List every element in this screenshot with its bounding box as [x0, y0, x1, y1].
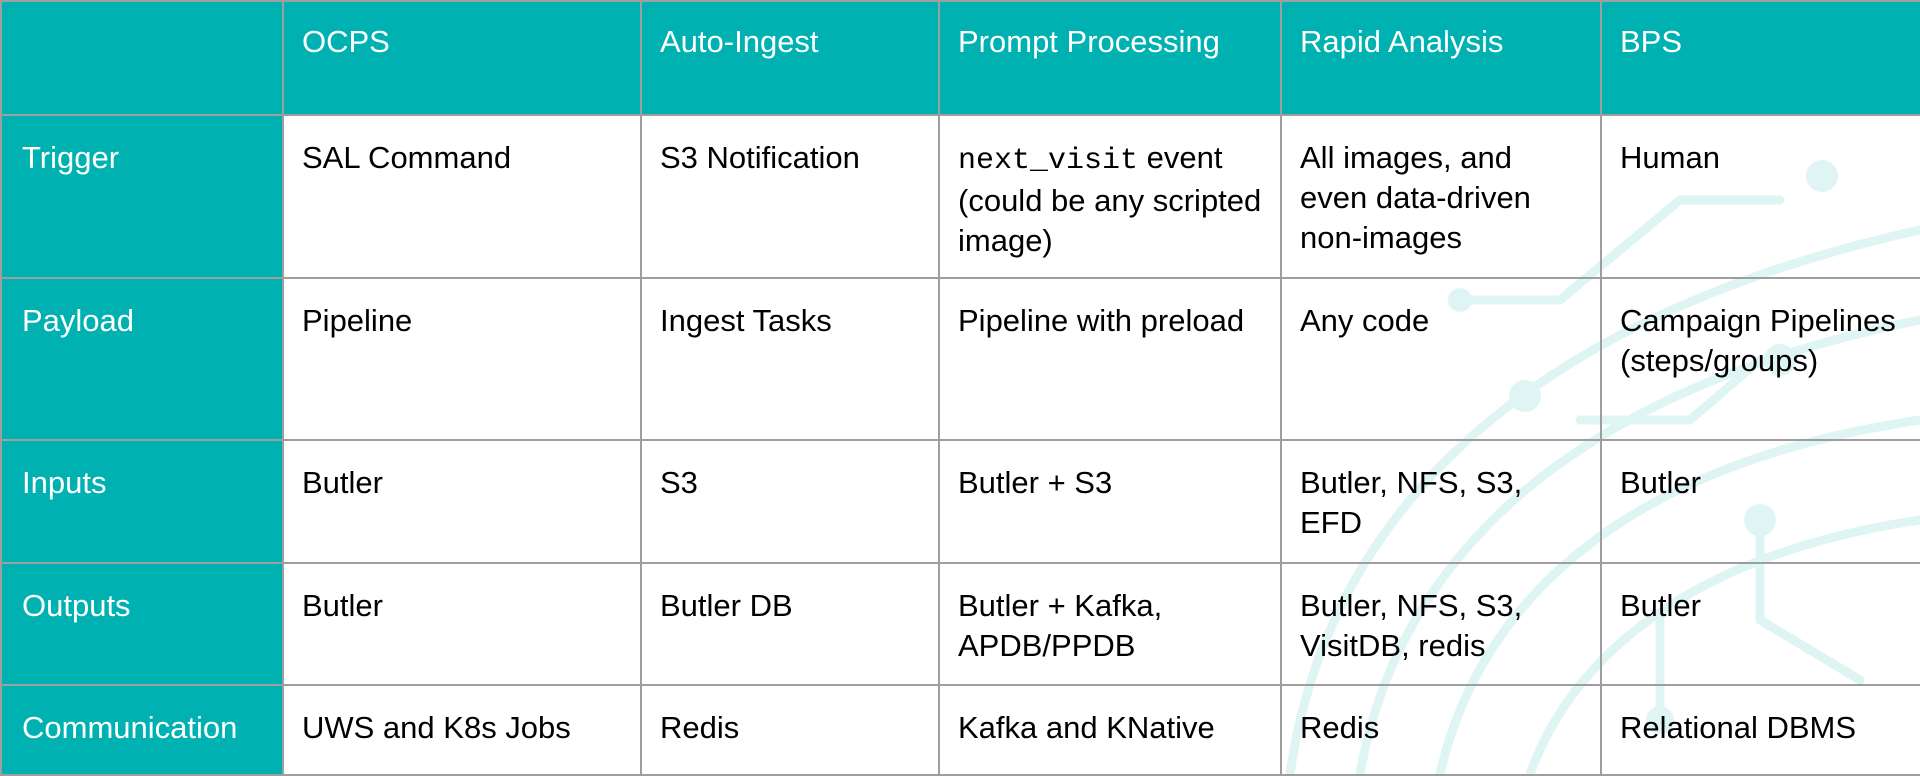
column-header-prompt-processing: Prompt Processing [938, 0, 1282, 116]
column-header-ocps: OCPS [282, 0, 642, 116]
table-cell: Butler DB [640, 562, 940, 686]
table-cell: S3 [640, 439, 940, 564]
header-row: OCPS Auto-Ingest Prompt Processing Rapid… [0, 0, 1920, 116]
table-cell: Butler [1600, 439, 1920, 564]
table-cell: Kafka and KNative [938, 684, 1282, 776]
table-cell: Butler, NFS, S3, EFD [1280, 439, 1602, 564]
table-cell: Human [1600, 114, 1920, 279]
table-cell: Pipeline [282, 277, 642, 441]
table-cell: Redis [1280, 684, 1602, 776]
code-text: next_visit [958, 144, 1139, 178]
table-cell: All images, and even data-driven non-ima… [1280, 114, 1602, 279]
table-cell: UWS and K8s Jobs [282, 684, 642, 776]
table-cell: Redis [640, 684, 940, 776]
table-row-communication: Communication UWS and K8s Jobs Redis Kaf… [0, 684, 1920, 776]
row-header-trigger: Trigger [0, 114, 284, 279]
comparison-table: OCPS Auto-Ingest Prompt Processing Rapid… [0, 0, 1920, 776]
header-corner-cell [0, 0, 284, 116]
table-cell: Butler, NFS, S3, VisitDB, redis [1280, 562, 1602, 686]
table-cell: Any code [1280, 277, 1602, 441]
table-cell: Relational DBMS [1600, 684, 1920, 776]
table-cell: Ingest Tasks [640, 277, 940, 441]
table-cell: Pipeline with preload [938, 277, 1282, 441]
column-header-bps: BPS [1600, 0, 1920, 116]
table-row-payload: Payload Pipeline Ingest Tasks Pipeline w… [0, 277, 1920, 441]
table-row-trigger: Trigger SAL Command S3 Notification next… [0, 114, 1920, 279]
column-header-rapid-analysis: Rapid Analysis [1280, 0, 1602, 116]
table-cell: Butler [1600, 562, 1920, 686]
table-cell: Butler [282, 562, 642, 686]
table-cell: Butler [282, 439, 642, 564]
table-row-outputs: Outputs Butler Butler DB Butler + Kafka,… [0, 562, 1920, 686]
column-header-auto-ingest: Auto-Ingest [640, 0, 940, 116]
table-cell: S3 Notification [640, 114, 940, 279]
row-header-payload: Payload [0, 277, 284, 441]
row-header-communication: Communication [0, 684, 284, 776]
table-cell: Butler + S3 [938, 439, 1282, 564]
table-cell: next_visit event (could be any scripted … [938, 114, 1282, 279]
row-header-outputs: Outputs [0, 562, 284, 686]
table-cell: Butler + Kafka, APDB/PPDB [938, 562, 1282, 686]
table-cell: Campaign Pipelines (steps/groups) [1600, 277, 1920, 441]
row-header-inputs: Inputs [0, 439, 284, 564]
table-cell: SAL Command [282, 114, 642, 279]
table-row-inputs: Inputs Butler S3 Butler + S3 Butler, NFS… [0, 439, 1920, 564]
